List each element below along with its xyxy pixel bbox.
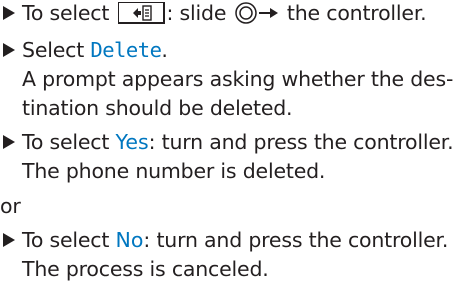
bullet-icon [3,6,15,20]
instruction-page: To select : slide the controller. Select… [0,0,462,286]
step-text: : slide [166,1,233,25]
menu-key-icon [117,2,165,24]
option-no: No [115,228,144,252]
bullet-icon [3,43,15,57]
step-text: To select [22,228,116,252]
result-text: The phone number is deleted. [22,159,326,183]
step-1: To select : slide the controller. [22,0,427,26]
step-4: To select No: turn and press the control… [22,227,448,253]
step-text: To select [22,1,116,25]
step-text: : turn and press the controller. [143,228,449,252]
option-yes: Yes [115,130,149,154]
step-2: Select Delete. [22,37,168,63]
result-text: tination should be deleted. [22,96,293,120]
step-text: . [161,38,168,62]
controller-slide-right-icon [234,2,278,24]
result-text: The process is canceled. [22,257,269,281]
step-text: Select [22,38,91,62]
step-text: To select [22,130,116,154]
or-separator: or [0,194,21,218]
menu-item-delete: Delete [90,38,162,62]
bullet-icon [3,233,15,247]
bullet-icon [3,135,15,149]
step-3: To select Yes: turn and press the contro… [22,129,454,155]
step-text: the controller. [280,1,427,25]
result-text: A prompt appears asking whether the des- [22,67,454,91]
step-text: : turn and press the controller. [148,130,454,154]
